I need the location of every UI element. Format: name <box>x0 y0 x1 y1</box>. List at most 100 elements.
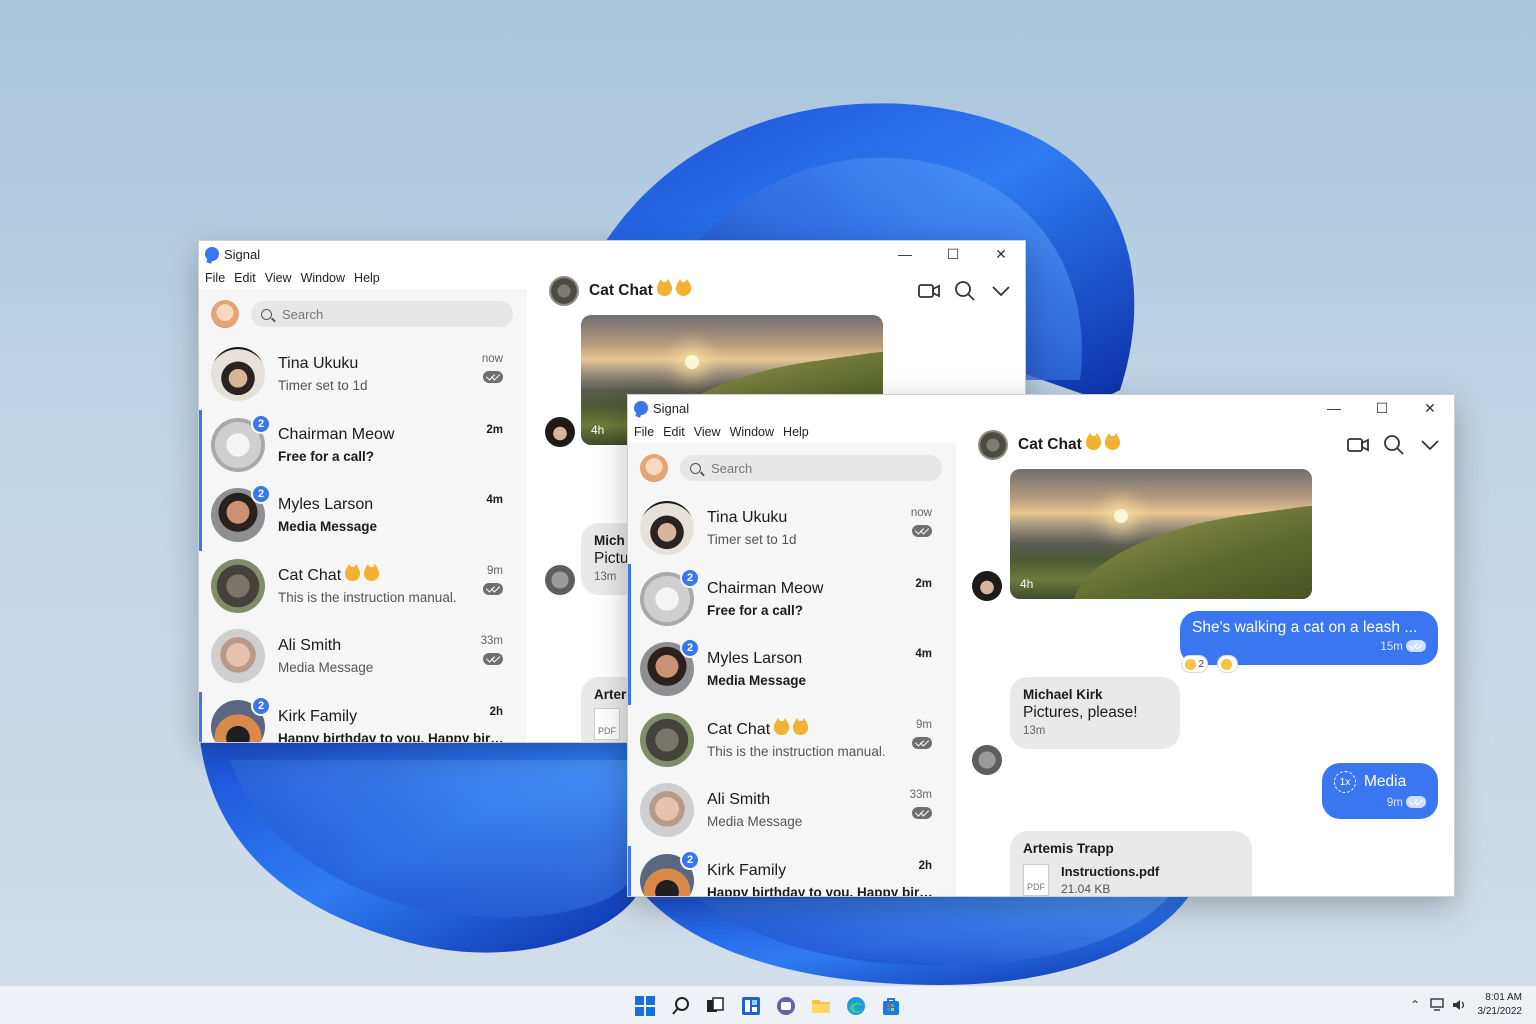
conversation-time: 33m <box>480 635 503 647</box>
conversation-item[interactable]: 2 Kirk Family Happy birthday to you. Happ… <box>628 845 956 896</box>
menu-bar: File Edit View Window Help <box>628 421 815 443</box>
conversation-time: now <box>481 353 503 365</box>
sender-avatar[interactable] <box>545 417 575 447</box>
menu-bar: File Edit View Window Help <box>199 267 386 289</box>
chat-teams-icon[interactable] <box>775 995 797 1017</box>
avatar <box>211 347 265 402</box>
reaction-surprised[interactable] <box>1217 655 1238 673</box>
conversation-sidebar: Search Tina Ukuku Timer set to 1d now 2 C… <box>199 289 527 742</box>
conversation-item[interactable]: 2 Myles Larson Media Message 4m <box>199 480 527 551</box>
menu-help[interactable]: Help <box>780 421 815 443</box>
volume-icon[interactable] <box>1452 998 1468 1012</box>
unread-badge: 2 <box>251 413 271 434</box>
avatar <box>211 629 265 684</box>
menu-edit[interactable]: Edit <box>231 267 262 289</box>
task-view-icon[interactable] <box>704 995 726 1017</box>
avatar <box>640 501 694 556</box>
conversation-time: 9m <box>487 564 503 577</box>
file-name: Instructions.pdf <box>1061 864 1160 879</box>
menu-edit[interactable]: Edit <box>660 421 691 443</box>
sender-avatar[interactable] <box>972 571 1002 601</box>
conversation-item[interactable]: 2 Kirk Family Happy birthday to you. Happ… <box>199 691 527 742</box>
conversation-item[interactable]: Ali Smith Media Message 33m <box>628 775 956 846</box>
conversation-item[interactable]: Cat Chat This is the instruction manual. … <box>628 705 956 776</box>
message-text: Pictures, please! <box>1023 704 1138 721</box>
menu-window[interactable]: Window <box>727 421 780 443</box>
unread-badge: 2 <box>680 638 700 659</box>
profile-avatar[interactable] <box>640 454 668 482</box>
conversation-time: 2h <box>918 859 932 872</box>
system-clock[interactable]: 8:01 AM 3/21/2022 <box>1478 991 1523 1019</box>
avatar: 2 <box>640 638 700 697</box>
tray-chevron-up-icon[interactable]: ⌃ <box>1410 998 1420 1012</box>
view-once-media-message[interactable]: 1x Media 9m <box>1322 763 1438 819</box>
message-time: 13m <box>1023 725 1046 737</box>
maximize-button[interactable]: ☐ <box>1358 395 1406 421</box>
minimize-button[interactable]: — <box>1310 395 1358 421</box>
conversation-item[interactable]: Tina Ukuku Timer set to 1d now <box>199 339 527 410</box>
conversation-item[interactable]: 2 Chairman Meow Free for a call? 2m <box>199 409 527 481</box>
search-icon[interactable] <box>670 995 692 1017</box>
reaction-laugh[interactable]: 2 <box>1181 655 1208 673</box>
message-author: Michael Kirk <box>1023 687 1103 702</box>
chat-avatar[interactable] <box>549 276 579 306</box>
cat-emoji-icon <box>793 717 809 735</box>
cat-emoji-icon <box>1085 433 1101 450</box>
search-icon[interactable] <box>953 279 977 303</box>
read-receipt-icon <box>1406 640 1426 652</box>
maximize-button[interactable]: ☐ <box>929 241 977 267</box>
conversation-item[interactable]: 2 Myles Larson Media Message 4m <box>628 634 956 705</box>
avatar: 2 <box>211 695 271 742</box>
edge-browser-icon[interactable] <box>845 995 867 1017</box>
conversation-time: now <box>910 507 932 519</box>
minimize-button[interactable]: — <box>881 241 929 267</box>
menu-help[interactable]: Help <box>351 267 386 289</box>
cat-emoji-icon <box>675 279 691 296</box>
file-explorer-icon[interactable] <box>810 995 832 1017</box>
close-button[interactable]: ✕ <box>977 241 1025 267</box>
conversation-item[interactable]: 2 Chairman Meow Free for a call? 2m <box>628 563 956 635</box>
conversation-time: 2m <box>915 577 932 590</box>
photo-time: 4h <box>1020 577 1034 591</box>
video-call-icon[interactable] <box>1346 433 1370 457</box>
menu-view[interactable]: View <box>691 421 727 443</box>
search-input[interactable]: Search <box>251 301 513 327</box>
unread-badge: 2 <box>251 695 271 716</box>
search-icon[interactable] <box>1382 433 1406 457</box>
unread-badge: 2 <box>680 849 700 870</box>
clock-time: 8:01 AM <box>1485 992 1522 1003</box>
sender-avatar[interactable] <box>545 565 575 595</box>
conversation-item[interactable]: Ali Smith Media Message 33m <box>199 621 527 692</box>
search-placeholder: Search <box>282 306 324 322</box>
menu-window[interactable]: Window <box>298 267 351 289</box>
profile-avatar[interactable] <box>211 300 239 328</box>
menu-file[interactable]: File <box>631 421 660 443</box>
conversation-item[interactable]: Cat Chat This is the instruction manual. … <box>199 551 527 622</box>
read-receipt-icon <box>912 736 932 749</box>
conversation-time: 4m <box>915 648 932 660</box>
sender-avatar[interactable] <box>972 745 1002 775</box>
chevron-down-icon[interactable] <box>989 279 1013 303</box>
file-message[interactable]: Artemis Trapp PDF Instructions.pdf 21.04… <box>1010 831 1252 896</box>
widgets-icon[interactable] <box>740 995 762 1017</box>
conversation-snippet: Media Message <box>707 673 807 689</box>
avatar <box>640 783 694 838</box>
search-input[interactable]: Search <box>680 455 942 481</box>
menu-view[interactable]: View <box>262 267 298 289</box>
unread-badge: 2 <box>251 484 271 505</box>
close-button[interactable]: ✕ <box>1406 395 1454 421</box>
avatar: 2 <box>640 849 700 896</box>
signal-logo-icon <box>634 401 648 415</box>
network-icon[interactable] <box>1430 998 1446 1012</box>
incoming-message[interactable]: Michael Kirk Pictures, please! 13m <box>1010 677 1180 749</box>
store-icon[interactable] <box>880 995 902 1017</box>
clock-date: 3/21/2022 <box>1477 1006 1523 1017</box>
conversation-time: 4m <box>486 494 503 506</box>
shared-photo[interactable]: 4h <box>1010 469 1312 599</box>
conversation-item[interactable]: Tina Ukuku Timer set to 1d now <box>628 493 956 564</box>
menu-file[interactable]: File <box>202 267 231 289</box>
chat-avatar[interactable] <box>978 430 1008 460</box>
start-button-icon[interactable] <box>634 995 656 1017</box>
video-call-icon[interactable] <box>917 279 941 303</box>
chevron-down-icon[interactable] <box>1418 433 1442 457</box>
